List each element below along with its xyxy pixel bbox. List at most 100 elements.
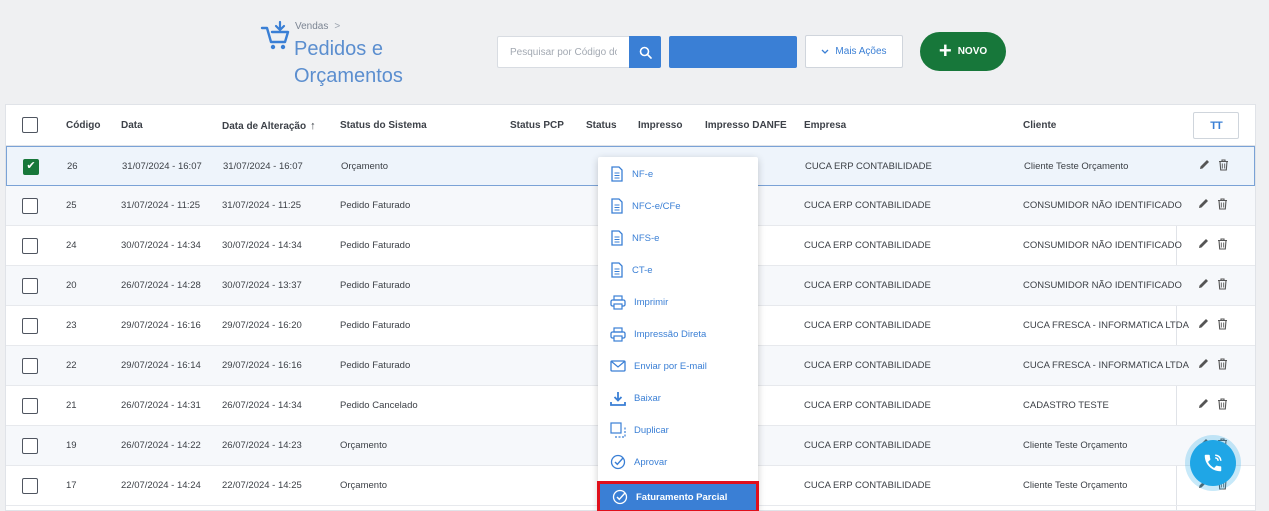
edit-icon[interactable] <box>1198 318 1209 329</box>
menu-item-nf-e[interactable]: NF-e <box>598 158 758 190</box>
trash-icon[interactable] <box>1217 358 1228 370</box>
cell-empresa: CUCA ERP CONTABILIDADE <box>804 200 931 211</box>
cell-codigo: 23 <box>66 320 77 331</box>
column-header-impresso[interactable]: Impresso <box>638 120 682 131</box>
cell-status-sistema: Pedido Faturado <box>340 320 411 331</box>
printer-icon <box>610 294 626 310</box>
duplicate-icon <box>610 422 626 438</box>
cell-empresa: CUCA ERP CONTABILIDADE <box>804 360 931 371</box>
column-header-status-sistema[interactable]: Status do Sistema <box>340 120 427 131</box>
novo-button[interactable]: + NOVO <box>920 32 1006 71</box>
cell-status-sistema: Orçamento <box>341 161 388 172</box>
page-header: Vendas> Pedidos e Orçamentos Mais Ações … <box>0 0 1269 100</box>
cell-data-alteracao: 31/07/2024 - 16:07 <box>223 161 303 172</box>
row-checkbox[interactable] <box>22 198 38 214</box>
select-all-checkbox[interactable] <box>22 117 38 133</box>
row-checkbox[interactable] <box>22 478 38 494</box>
row-checkbox[interactable] <box>22 398 38 414</box>
menu-item-impress-o-direta[interactable]: Impressão Direta <box>598 318 758 350</box>
menu-item-enviar-por-e-mail[interactable]: Enviar por E-mail <box>598 350 758 382</box>
row-checkbox[interactable] <box>22 238 38 254</box>
cell-cliente: CONSUMIDOR NÃO IDENTIFICADO <box>1023 200 1182 211</box>
cell-data-alteracao: 29/07/2024 - 16:16 <box>222 360 302 371</box>
menu-item-label: NF-e <box>632 168 654 180</box>
row-actions <box>1198 318 1228 330</box>
cell-codigo: 19 <box>66 440 77 451</box>
cell-data: 22/07/2024 - 14:24 <box>121 480 201 491</box>
menu-item-nfs-e[interactable]: NFS-e <box>598 222 758 254</box>
chevron-down-icon <box>821 49 829 54</box>
search-input[interactable] <box>497 36 629 68</box>
cell-codigo: 17 <box>66 480 77 491</box>
cell-status-sistema: Orçamento <box>340 480 387 491</box>
trash-icon[interactable] <box>1218 159 1229 171</box>
row-checkbox[interactable] <box>22 318 38 334</box>
cell-data-alteracao: 22/07/2024 - 14:25 <box>222 480 302 491</box>
edit-icon[interactable] <box>1198 358 1209 369</box>
column-header-data-alteracao[interactable]: Data de Alteração ↑ <box>222 120 316 132</box>
edit-icon[interactable] <box>1198 238 1209 249</box>
column-header-impresso-danfe[interactable]: Impresso DANFE <box>705 120 787 131</box>
menu-item-duplicar[interactable]: Duplicar <box>598 414 758 446</box>
column-header-data[interactable]: Data <box>121 120 143 131</box>
edit-icon[interactable] <box>1198 398 1209 409</box>
document-icon <box>610 198 624 214</box>
cell-cliente: Cliente Teste Orçamento <box>1024 161 1129 172</box>
menu-item-label: Faturamento Parcial <box>636 491 728 503</box>
menu-item-imprimir[interactable]: Imprimir <box>598 286 758 318</box>
cell-data-alteracao: 30/07/2024 - 13:37 <box>222 280 302 291</box>
cell-empresa: CUCA ERP CONTABILIDADE <box>804 280 931 291</box>
column-header-status[interactable]: Status <box>586 120 617 131</box>
cell-codigo: 26 <box>67 161 78 172</box>
cell-data: 29/07/2024 - 16:16 <box>121 320 201 331</box>
trash-icon[interactable] <box>1217 238 1228 250</box>
menu-item-faturamento-parcial[interactable]: Faturamento Parcial <box>597 481 759 511</box>
cell-empresa: CUCA ERP CONTABILIDADE <box>804 240 931 251</box>
cell-cliente: CONSUMIDOR NÃO IDENTIFICADO <box>1023 240 1182 251</box>
cell-data-alteracao: 26/07/2024 - 14:23 <box>222 440 302 451</box>
row-checkbox[interactable]: ✔ <box>23 159 39 175</box>
column-header-cliente[interactable]: Cliente <box>1023 120 1056 131</box>
phone-support-button[interactable] <box>1190 440 1236 486</box>
menu-item-ct-e[interactable]: CT-e <box>598 254 758 286</box>
envelope-icon <box>610 360 626 372</box>
row-checkbox[interactable] <box>22 358 38 374</box>
trash-icon[interactable] <box>1217 318 1228 330</box>
edit-icon[interactable] <box>1199 159 1210 170</box>
mais-acoes-button[interactable]: Mais Ações <box>805 35 903 68</box>
document-icon <box>610 230 624 246</box>
action-button[interactable] <box>669 36 797 68</box>
menu-item-label: Aprovar <box>634 456 668 468</box>
document-icon <box>610 166 624 182</box>
menu-item-baixar[interactable]: Baixar <box>598 382 758 414</box>
cell-status-sistema: Orçamento <box>340 440 387 451</box>
cell-status-sistema: Pedido Faturado <box>340 280 411 291</box>
cell-codigo: 25 <box>66 200 77 211</box>
menu-item-nfc-e-cfe[interactable]: NFC-e/CFe <box>598 190 758 222</box>
trash-icon[interactable] <box>1217 398 1228 410</box>
search-button[interactable] <box>629 36 661 68</box>
trash-icon[interactable] <box>1217 278 1228 290</box>
menu-item-aprovar[interactable]: Aprovar <box>598 446 758 478</box>
cell-data: 30/07/2024 - 14:34 <box>121 240 201 251</box>
cell-data-alteracao: 30/07/2024 - 14:34 <box>222 240 302 251</box>
edit-icon[interactable] <box>1198 198 1209 209</box>
cell-empresa: CUCA ERP CONTABILIDADE <box>804 400 931 411</box>
row-checkbox[interactable] <box>22 278 38 294</box>
cell-status-sistema: Pedido Faturado <box>340 200 411 211</box>
column-header-codigo[interactable]: Código <box>66 120 100 131</box>
column-header-status-pcp[interactable]: Status PCP <box>510 120 564 131</box>
cell-data: 31/07/2024 - 16:07 <box>122 161 202 172</box>
cell-cliente: CUCA FRESCA - INFORMATICA LTDA <box>1023 320 1189 331</box>
row-checkbox[interactable] <box>22 438 38 454</box>
columns-settings-button[interactable]: TT <box>1193 112 1239 139</box>
cell-empresa: CUCA ERP CONTABILIDADE <box>804 440 931 451</box>
cell-cliente: CADASTRO TESTE <box>1023 400 1109 411</box>
breadcrumb-item-vendas[interactable]: Vendas <box>295 21 328 32</box>
edit-icon[interactable] <box>1198 278 1209 289</box>
column-header-empresa[interactable]: Empresa <box>804 120 846 131</box>
cell-status-sistema: Pedido Faturado <box>340 240 411 251</box>
cell-data: 26/07/2024 - 14:28 <box>121 280 201 291</box>
breadcrumb: Vendas > <box>295 21 340 32</box>
trash-icon[interactable] <box>1217 198 1228 210</box>
